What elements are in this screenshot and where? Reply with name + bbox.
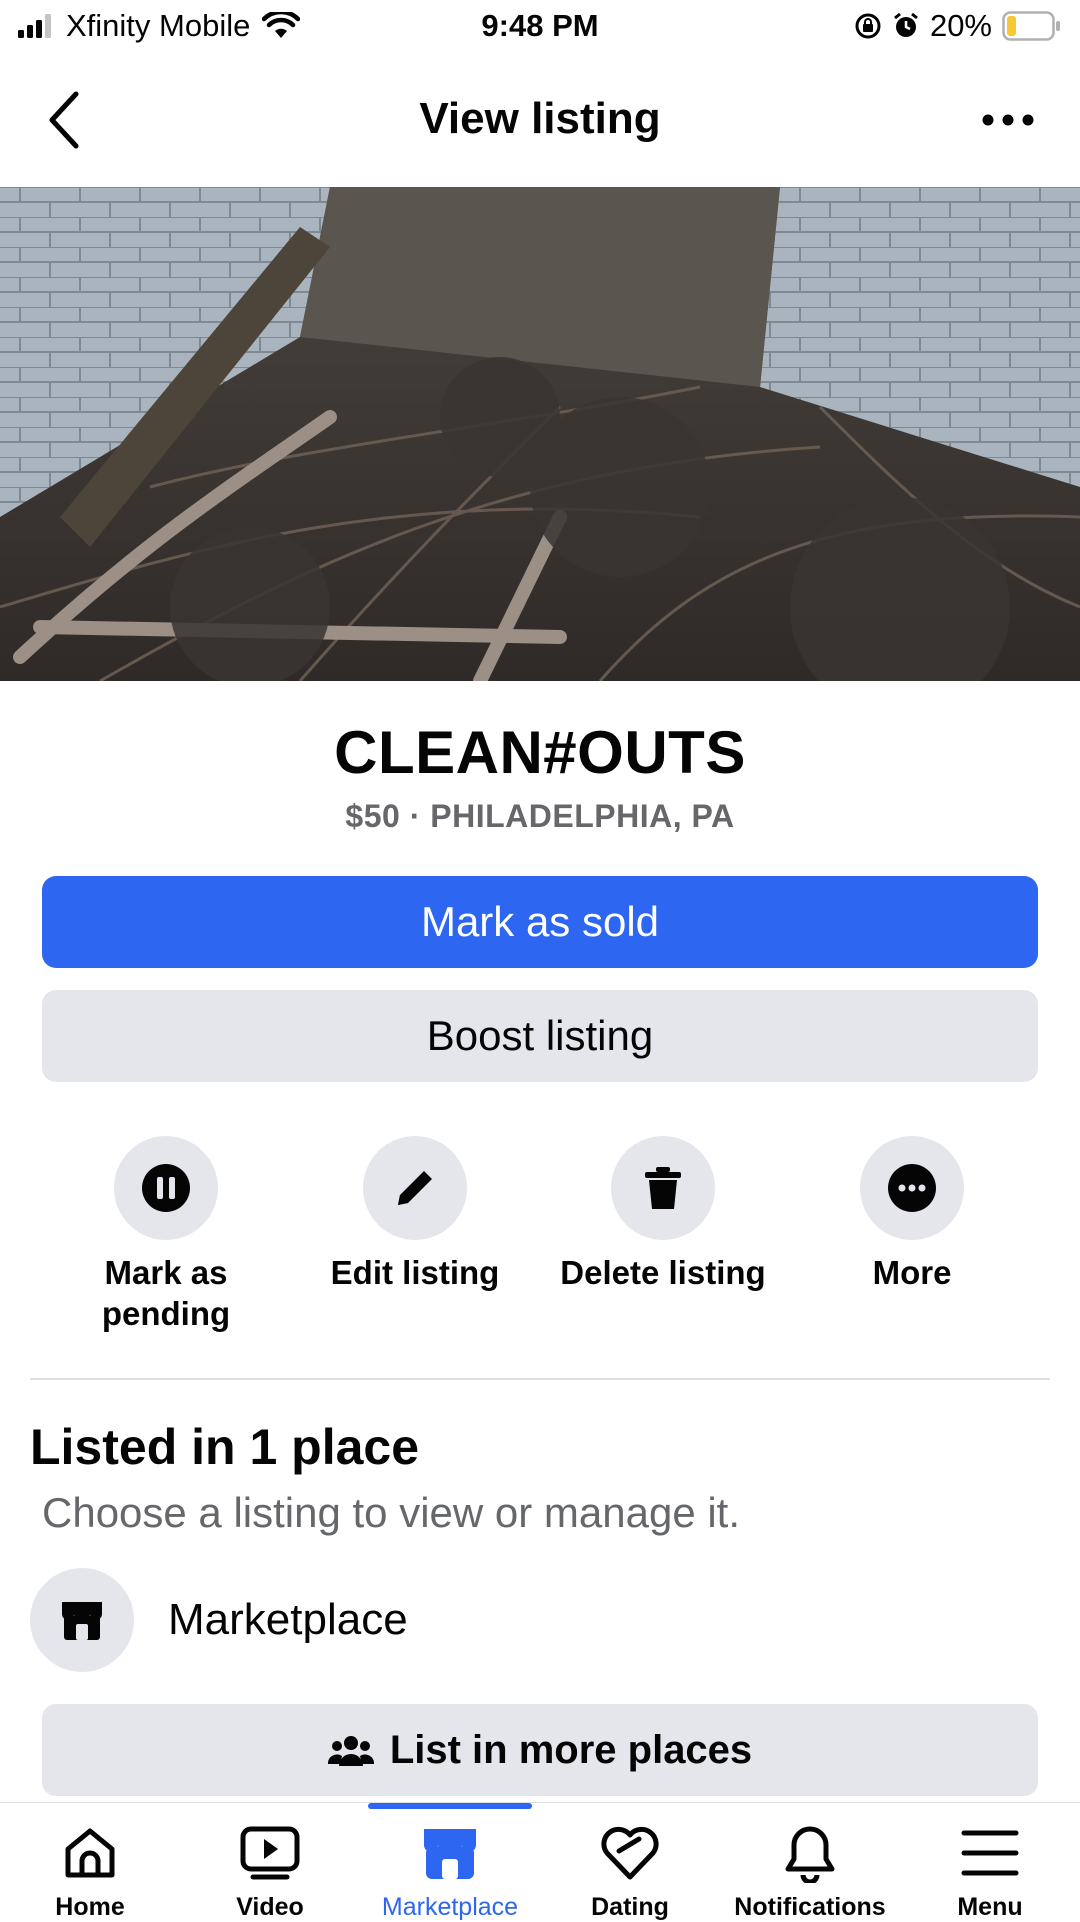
listing-photo-image [0, 187, 1080, 681]
nav-dating[interactable]: Dating [540, 1821, 720, 1922]
nav-dating-label: Dating [591, 1893, 669, 1921]
edit-listing-button[interactable] [363, 1136, 467, 1240]
delete-listing-label: Delete listing [560, 1254, 766, 1291]
battery-percent: 20% [929, 8, 992, 43]
section-divider [30, 1378, 1050, 1380]
pencil-icon [398, 1171, 432, 1205]
bottom-navigation: Home Video Marketplace Dating Notificati… [0, 1802, 1080, 1921]
listing-price-location: $50 · PHILADELPHIA, PA [345, 798, 735, 834]
trash-icon [645, 1167, 681, 1209]
video-icon [240, 1826, 300, 1880]
list-in-more-places-button[interactable]: List in more places [42, 1704, 1038, 1796]
marketplace-label: Marketplace [168, 1595, 408, 1644]
nav-marketplace[interactable]: Marketplace [360, 1821, 540, 1922]
bell-icon [785, 1826, 835, 1883]
menu-icon [961, 1830, 1019, 1876]
edit-listing-label: Edit listing [330, 1254, 500, 1291]
nav-notifications-label: Notifications [734, 1893, 886, 1921]
storefront-icon [62, 1602, 102, 1640]
back-button[interactable] [36, 88, 92, 152]
more-dots-icon [888, 1164, 936, 1212]
header: View listing [0, 70, 1080, 170]
wifi-icon [262, 12, 301, 38]
pause-icon [142, 1164, 190, 1212]
listed-in-description: Choose a listing to view or manage it. [42, 1489, 741, 1536]
more-label: More [872, 1254, 952, 1291]
ellipsis-icon [982, 114, 1034, 126]
nav-video-label: Video [236, 1893, 304, 1921]
nav-marketplace-label: Marketplace [381, 1893, 519, 1921]
nav-home-label: Home [55, 1893, 125, 1921]
mark-as-pending-button[interactable] [114, 1136, 218, 1240]
nav-home[interactable]: Home [0, 1821, 180, 1922]
dating-icon [601, 1826, 659, 1880]
marketplace-icon [424, 1829, 476, 1879]
nav-notifications[interactable]: Notifications [720, 1821, 900, 1922]
listing-title: CLEAN#OUTS [334, 719, 746, 786]
alarm-icon [894, 12, 918, 37]
status-bar: Xfinity Mobile 9:48 PM 20% [0, 0, 1080, 56]
delete-listing-action[interactable]: Delete listing [548, 1136, 778, 1293]
more-action-button[interactable] [860, 1136, 964, 1240]
more-action[interactable]: More [797, 1136, 1027, 1293]
delete-listing-button[interactable] [611, 1136, 715, 1240]
nav-menu[interactable]: Menu [900, 1821, 1080, 1922]
people-group-icon [327, 1736, 374, 1766]
edit-listing-action[interactable]: Edit listing [300, 1136, 530, 1293]
listing-photo[interactable] [0, 187, 1080, 681]
nav-menu-label: Menu [957, 1893, 1023, 1921]
mark-as-sold-button[interactable]: Mark as sold [42, 876, 1038, 968]
battery-icon [1002, 11, 1060, 41]
battery-level-fill [1007, 16, 1016, 36]
list-in-more-places-label: List in more places [389, 1727, 753, 1772]
mark-as-pending-label: Mark as pending [101, 1254, 231, 1332]
storefront-icon-container [30, 1568, 134, 1672]
carrier-name: Xfinity Mobile [66, 8, 251, 43]
more-options-button[interactable] [976, 100, 1040, 140]
marketplace-listing-row[interactable]: Marketplace [30, 1568, 408, 1672]
mark-as-pending-action[interactable]: Mark as pending [51, 1136, 281, 1334]
page-title: View listing [419, 94, 661, 143]
home-icon [65, 1828, 115, 1878]
orientation-lock-icon [855, 13, 881, 39]
listed-in-heading: Listed in 1 place [30, 1419, 420, 1475]
nav-video[interactable]: Video [180, 1821, 360, 1922]
active-tab-indicator [368, 1803, 532, 1809]
chevron-left-icon [49, 91, 79, 149]
boost-listing-button[interactable]: Boost listing [42, 990, 1038, 1082]
cellular-signal-icon [18, 14, 51, 38]
